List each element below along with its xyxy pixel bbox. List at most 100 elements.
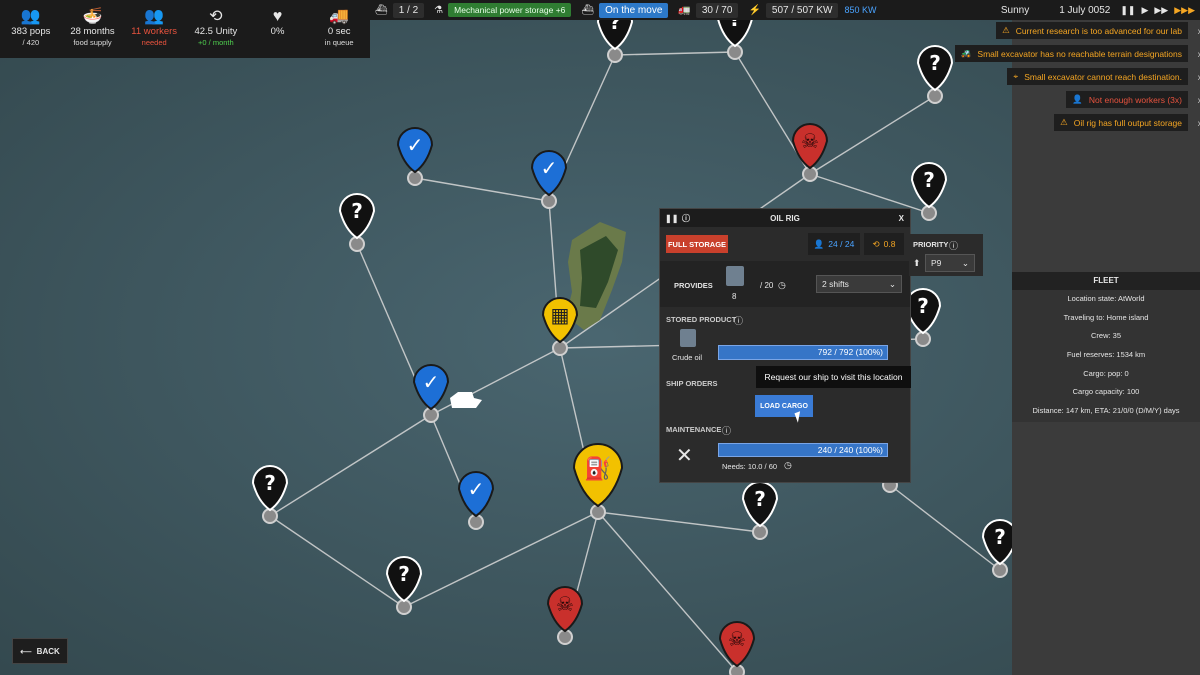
crude-oil-icon (680, 329, 696, 347)
ship-small-icon: ⛴ (581, 4, 595, 16)
pin-glyph-icon: ▦ (551, 303, 570, 327)
fleet-title: FLEET (1012, 272, 1200, 290)
notification-excavator-destination[interactable]: ⌖ Small excavator cannot reach destinati… (1007, 68, 1200, 85)
pin-glyph-icon: ? (754, 487, 766, 511)
truck-icon: 🚚 (329, 8, 350, 25)
chevron-down-icon: ⌄ (888, 278, 896, 289)
unity-icon: ⟲ (872, 238, 880, 249)
stat-workers[interactable]: 👥 11 workers needed (123, 0, 185, 58)
excavator-icon: 🚜 (960, 48, 972, 58)
chevron-down-icon: ⌄ (961, 257, 969, 268)
pin-glyph-icon: ✓ (423, 370, 440, 394)
pause-icon[interactable]: ❚❚ (1120, 5, 1135, 16)
panel-header: ❚❚ ⓘ OIL RIG X (660, 209, 910, 227)
priority-panel: PRIORITY ⓘ ⬆ P9 ⌄ (909, 234, 983, 276)
stat-queue[interactable]: 🚚 0 sec in queue (308, 0, 370, 58)
worker-icon: 👤 (1072, 94, 1083, 104)
fleet-capacity: Cargo capacity: 100 (1072, 387, 1140, 397)
oil-barrel-icon (726, 266, 744, 286)
stat-unity[interactable]: ⟲ 42.5 Unity +0 / month (185, 0, 247, 58)
pin-glyph-icon: ? (923, 168, 935, 192)
flask-icon: ⚗ (434, 4, 444, 16)
pin-glyph-icon: ? (929, 51, 941, 75)
vehicles-counter[interactable]: 🚛 30 / 70 (673, 0, 743, 20)
notification-research[interactable]: ⚠ Current research is too advanced for o… (996, 22, 1200, 39)
stats-bar: 👥 383 pops / 420 🍜 28 months food supply… (0, 0, 370, 58)
wrench-icon: ✕ (676, 445, 693, 467)
pin-glyph-icon: ? (264, 471, 276, 495)
info-icon[interactable]: ⓘ (734, 314, 743, 327)
pin-glyph-icon: ☠ (801, 129, 819, 153)
shifts-dropdown[interactable]: 2 shifts ⌄ (816, 275, 902, 293)
pin-glyph-icon: ? (994, 525, 1006, 549)
fleet-cargo: Cargo: pop: 0 (1083, 368, 1129, 378)
pause-icon[interactable]: ❚❚ (665, 214, 678, 223)
info-icon[interactable]: ⓘ (682, 213, 690, 224)
full-storage-badge[interactable]: FULL STORAGE (666, 235, 728, 253)
stat-food[interactable]: 🍜 28 months food supply (62, 0, 124, 58)
fleet-travel: Traveling to: Home island (1063, 312, 1149, 322)
fleet-distance: Distance: 147 km, ETA: 21/0/0 (D/M/Y) da… (1032, 406, 1180, 416)
move-status[interactable]: ⛴ On the move (576, 0, 673, 20)
info-icon[interactable]: ⓘ (722, 424, 731, 437)
fleet-fuel: Fuel reserves: 1534 km (1066, 350, 1146, 360)
fleet-location: Location state: AtWorld (1067, 294, 1145, 303)
panel-title: OIL RIG (770, 213, 800, 223)
speed-controls: ❚❚ ▶ ▶▶ ▶▶▶ (1115, 0, 1200, 20)
workers-badge[interactable]: 👤 24 / 24 (808, 233, 860, 255)
warning-icon: ⚠ (1002, 25, 1010, 35)
worker-icon: 👤 (813, 238, 825, 249)
info-icon[interactable]: ⓘ (949, 239, 958, 252)
pin-glyph-icon: ☠ (556, 592, 574, 616)
pin-glyph-icon: ✓ (468, 477, 485, 501)
unity-icon: ⟲ (209, 8, 223, 25)
product-storage-bar[interactable]: 792 / 792 (100%) (718, 345, 888, 360)
health-icon: ♥ (272, 8, 283, 25)
weather: Sunny (1000, 4, 1030, 16)
pin-glyph-icon: ✓ (541, 156, 558, 180)
lightning-icon: ⚡ (748, 4, 761, 16)
notification-oilrig[interactable]: ⚠ Oil rig has full output storage x (1054, 114, 1200, 131)
notification-excavator-designations[interactable]: 🚜 Small excavator has no reachable terra… (954, 45, 1200, 62)
location-icon: ⌖ (1013, 71, 1019, 81)
back-button[interactable]: ⟵ BACK (12, 638, 68, 664)
oil-rig-panel: ❚❚ ⓘ OIL RIG X FULL STORAGE 👤 24 / 24 ⟲ … (659, 208, 911, 483)
food-icon: 🍜 (82, 8, 103, 25)
population-icon: 👥 (20, 8, 41, 25)
play-icon[interactable]: ▶ (1141, 5, 1148, 16)
stat-population[interactable]: 👥 383 pops / 420 (0, 0, 62, 58)
pin-glyph-icon: ☠ (728, 627, 746, 651)
maintenance-bar[interactable]: 240 / 240 (100%) (718, 443, 888, 457)
load-cargo-tooltip: Request our ship to visit this location (756, 366, 911, 388)
stored-product-section: STORED PRODUCT ⓘ Crude oil 792 / 792 (10… (660, 313, 910, 363)
arrow-left-icon: ⟵ (20, 646, 32, 656)
fleet-panel: FLEET Location state: AtWorld Traveling … (1012, 272, 1200, 422)
pin-glyph-icon: ✓ (407, 133, 424, 157)
workers-icon: 👥 (144, 8, 165, 25)
priority-dropdown[interactable]: P9 ⌄ (925, 254, 975, 272)
alert-icon: ⚠ (1060, 117, 1068, 127)
pin-glyph-icon: ? (398, 562, 410, 586)
notification-workers[interactable]: 👤 Not enough workers (3x) x (1066, 91, 1200, 108)
pin-glyph-icon: ⛽ (584, 456, 611, 482)
maintenance-section: MAINTENANCE ⓘ ✕ 240 / 240 (100%) Needs: … (660, 423, 910, 481)
stat-health[interactable]: ♥ 0% (247, 0, 309, 58)
provides-section: PROVIDES 8 / 20 ◷ 2 shifts ⌄ (660, 261, 910, 307)
pin-glyph-icon: ? (917, 294, 929, 318)
priority-up-icon[interactable]: ⬆ (913, 258, 921, 269)
fastest-forward-icon[interactable]: ▶▶▶ (1174, 5, 1195, 16)
unity-badge[interactable]: ⟲ 0.8 (864, 233, 904, 255)
top-bar: ⛴ 1 / 2 ⚗ Mechanical power storage +6 ⛴ … (370, 0, 1200, 20)
pin-glyph-icon: ? (351, 199, 363, 223)
date: 1 July 0052 (1059, 4, 1111, 16)
clock-icon: ◷ (784, 460, 792, 470)
load-cargo-button[interactable]: LOAD CARGO (755, 395, 813, 417)
research-indicator[interactable]: ⚗ Mechanical power storage +6 (429, 0, 576, 20)
fast-forward-icon[interactable]: ▶▶ (1154, 5, 1168, 16)
fleet-crew: Crew: 35 (1090, 331, 1121, 341)
ships-counter[interactable]: ⛴ 1 / 2 (370, 0, 429, 20)
vehicle-icon: 🚛 (678, 4, 691, 16)
ship-icon: ⛴ (375, 4, 388, 16)
power-indicator[interactable]: ⚡ 507 / 507 KW 850 KW (743, 0, 881, 20)
close-panel-button[interactable]: X (899, 214, 904, 223)
